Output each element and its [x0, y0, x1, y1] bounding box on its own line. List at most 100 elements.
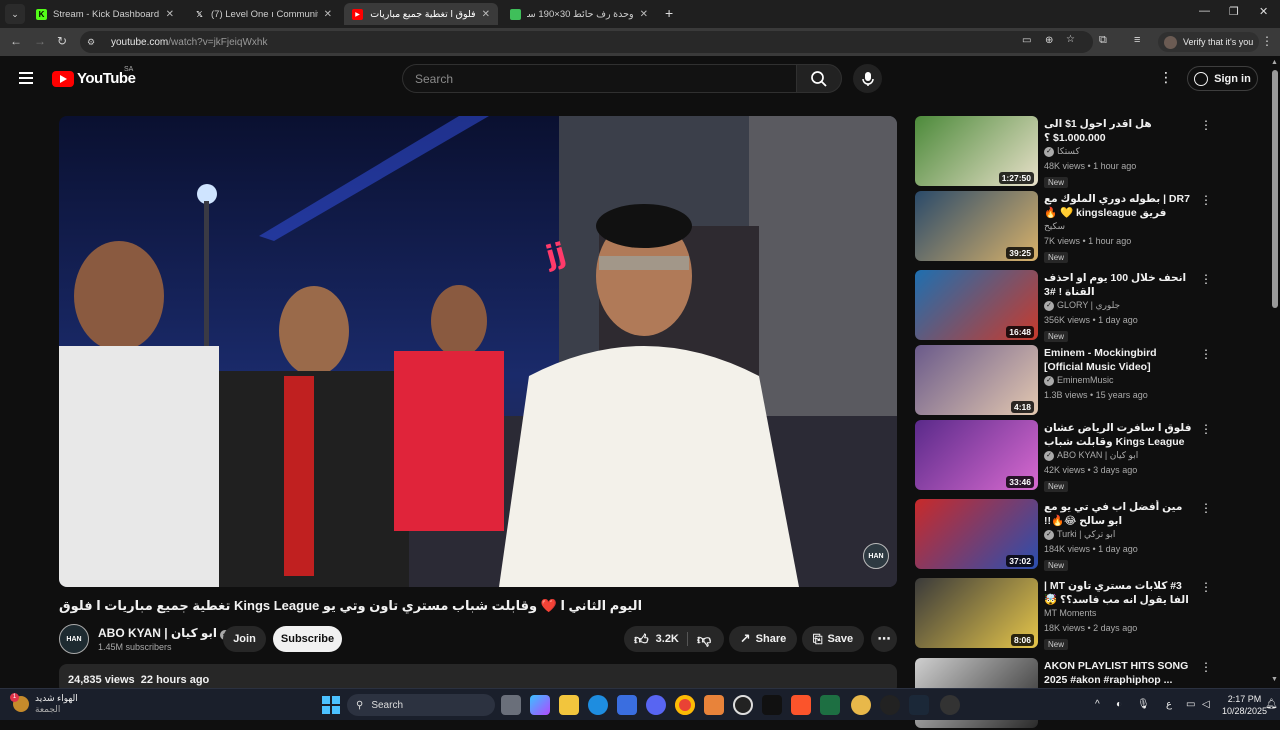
youtube-logo[interactable]: YouTube SA	[52, 66, 136, 87]
tab-close-icon[interactable]: ✕	[482, 9, 490, 20]
recommendation-menu-icon[interactable]: ⋮	[1200, 501, 1212, 515]
recommendation-channel[interactable]: ✓ Turki | ابو تركي	[1044, 529, 1115, 540]
more-actions-icon[interactable]: ⋯	[871, 626, 897, 652]
like-icon[interactable]: 👍︎	[634, 631, 649, 648]
share-button[interactable]: ↗ Share	[729, 626, 797, 652]
recommendation-title[interactable]: #3 كلابات مستري تاون MT | الفا يقول انه …	[1044, 579, 1194, 607]
recommendation-title[interactable]: DR7 | بطوله دوري الملوك مع فريق kingslea…	[1044, 192, 1194, 220]
subscribe-button[interactable]: Subscribe	[273, 626, 342, 652]
media-controls-icon[interactable]: ≡	[1134, 34, 1140, 46]
tab-close-icon[interactable]: ✕	[166, 9, 174, 20]
recommendation-channel[interactable]: ✓ كستكا	[1044, 146, 1080, 157]
scroll-down-icon[interactable]: ▼	[1271, 676, 1278, 683]
discord-icon[interactable]	[646, 695, 666, 715]
weather-widget[interactable]: 1 الهواء شديد الجمعة	[10, 693, 78, 715]
taskbar-search[interactable]: ⚲ Search	[347, 694, 495, 716]
back-icon[interactable]: ←	[10, 34, 22, 48]
network-icon[interactable]: ▭	[1186, 699, 1195, 710]
zoom-icon[interactable]: ⊕	[1045, 35, 1053, 46]
app-a-icon[interactable]	[704, 695, 724, 715]
bookmark-star-icon[interactable]: ☆	[1066, 34, 1075, 45]
video-player[interactable]: jj HAN	[59, 116, 897, 587]
scroll-up-icon[interactable]: ▲	[1271, 59, 1278, 66]
page-scrollbar[interactable]: ▲ ▼	[1270, 56, 1280, 688]
copilot-icon[interactable]	[530, 695, 550, 715]
game-launcher-icon[interactable]	[940, 695, 960, 715]
like-count[interactable]: 3.2K	[656, 633, 679, 645]
obs-icon[interactable]	[733, 695, 753, 715]
search-button[interactable]	[796, 64, 842, 93]
recommendation-menu-icon[interactable]: ⋮	[1200, 193, 1212, 207]
recommendation-title[interactable]: Eminem - Mockingbird [Official Music Vid…	[1044, 346, 1194, 374]
save-button[interactable]: ⎘ Save	[802, 626, 864, 652]
minimize-icon[interactable]: —	[1199, 5, 1210, 17]
chrome-icon[interactable]	[675, 695, 695, 715]
recommendation-item[interactable]: 1:27:50 هل اقدر احول 1$ الى 1.000.000$ ؟ ✓…	[915, 116, 1215, 188]
join-button[interactable]: Join	[223, 626, 266, 652]
recommendation-item[interactable]: 39:25 DR7 | بطوله دوري الملوك مع فريق kin…	[915, 191, 1215, 263]
site-info-icon[interactable]: ⚙	[87, 37, 101, 48]
recommendation-channel[interactable]: MT Moments	[1044, 608, 1096, 618]
store-icon[interactable]	[617, 695, 637, 715]
windows-start-icon[interactable]	[321, 695, 341, 715]
language-indicator[interactable]: ع	[1166, 699, 1172, 710]
sign-in-button[interactable]: Sign in	[1187, 66, 1258, 91]
recommendation-title[interactable]: مين أفضل اب في تي يو مع ابو سالح 😂🔥!!	[1044, 500, 1194, 528]
recommendation-item[interactable]: 16:48 انحف خلال 100 يوم او احذف القناة ! …	[915, 270, 1215, 342]
restore-icon[interactable]: ❐	[1229, 5, 1239, 18]
tray-overflow-icon[interactable]: ^	[1095, 699, 1100, 710]
recommendation-item[interactable]: 8:06 #3 كلابات مستري تاون MT | الفا يقول …	[915, 578, 1215, 650]
channel-name[interactable]: ABO KYAN | ابو كيان✓	[98, 626, 231, 640]
recommendation-item[interactable]: 37:02 مين أفضل اب في تي يو مع ابو سالح 😂🔥…	[915, 499, 1215, 571]
address-bar[interactable]: ⚙ youtube.com/watch?v=jkFjeiqWxhk	[80, 31, 1093, 53]
task-view-icon[interactable]	[501, 695, 521, 715]
guide-menu-icon[interactable]	[19, 72, 33, 84]
forward-icon[interactable]: →	[34, 34, 46, 48]
recommendation-channel[interactable]: ✓ ABO KYAN | ابو كيان	[1044, 450, 1138, 461]
recommendation-menu-icon[interactable]: ⋮	[1200, 422, 1212, 436]
browser-menu-icon[interactable]: ⋮	[1261, 34, 1273, 48]
recommendation-menu-icon[interactable]: ⋮	[1200, 272, 1212, 286]
browser-tab-youtube[interactable]: ▶ فلوق ا تغطية جميع مباريات Kings League…	[344, 3, 498, 25]
recommendation-channel[interactable]: ✓ EminemMusic	[1044, 375, 1114, 386]
browser-tab-x[interactable]: 𝕏 (7) Level One ı Community / X ✕	[186, 3, 340, 25]
recommendation-title[interactable]: AKON PLAYLIST HITS SONG 2025 #akon #raph…	[1044, 659, 1194, 687]
scrollbar-thumb[interactable]	[1272, 70, 1278, 308]
tab-close-icon[interactable]: ✕	[324, 9, 332, 20]
extensions-icon[interactable]: ⧉	[1099, 34, 1107, 47]
recommendation-item[interactable]: 33:46 فلوق ا سافرت الرياض عشان Kings Leag…	[915, 420, 1215, 492]
tab-close-icon[interactable]: ✕	[640, 9, 648, 20]
close-window-icon[interactable]: ✕	[1259, 5, 1268, 18]
edge-browser-icon[interactable]	[588, 695, 608, 715]
browser-tab-shop[interactable]: وحدة رف حائط 30×190 سم لون ✕	[502, 3, 656, 25]
search-input[interactable]	[415, 71, 775, 86]
recommendation-menu-icon[interactable]: ⋮	[1200, 347, 1212, 361]
brave-icon[interactable]	[791, 695, 811, 715]
clock[interactable]: 2:17 PM 10/28/2025	[1222, 693, 1267, 717]
recommendation-title[interactable]: انحف خلال 100 يوم او احذف القناة ! #3	[1044, 271, 1194, 299]
messenger-icon[interactable]	[851, 695, 871, 715]
new-tab-button[interactable]: +	[665, 5, 673, 21]
capcut-icon[interactable]	[762, 695, 782, 715]
tray-app-icon[interactable]: ◐	[1116, 699, 1122, 710]
recommendation-item[interactable]: 4:18 Eminem - Mockingbird [Official Music…	[915, 345, 1215, 417]
steam-icon[interactable]	[909, 695, 929, 715]
recommendation-channel[interactable]: ✓ GLORY | جلوري	[1044, 300, 1120, 311]
cast-icon[interactable]: ▭	[1022, 35, 1031, 46]
reload-icon[interactable]: ↻	[57, 34, 67, 48]
recommendation-menu-icon[interactable]: ⋮	[1200, 660, 1212, 674]
recommendation-menu-icon[interactable]: ⋮	[1200, 580, 1212, 594]
recommendation-title[interactable]: هل اقدر احول 1$ الى 1.000.000$ ؟	[1044, 117, 1194, 145]
recommendation-menu-icon[interactable]: ⋮	[1200, 118, 1212, 132]
recommendation-title[interactable]: فلوق ا سافرت الرياض عشان Kings League وق…	[1044, 421, 1194, 449]
volume-icon[interactable]: ◁	[1202, 699, 1210, 710]
tab-search-chevron-icon[interactable]: ⌄	[5, 4, 25, 24]
voice-search-button[interactable]	[853, 64, 882, 93]
dislike-icon[interactable]: 👎︎	[697, 631, 711, 648]
excel-icon[interactable]	[820, 695, 840, 715]
settings-more-icon[interactable]: ⋮	[1159, 69, 1173, 89]
file-explorer-icon[interactable]	[559, 695, 579, 715]
browser-tab-kick[interactable]: K Stream - Kick Dashboard ✕	[28, 3, 182, 25]
channel-avatar[interactable]: HAN	[59, 624, 89, 654]
channel-watermark[interactable]: HAN	[863, 543, 889, 569]
